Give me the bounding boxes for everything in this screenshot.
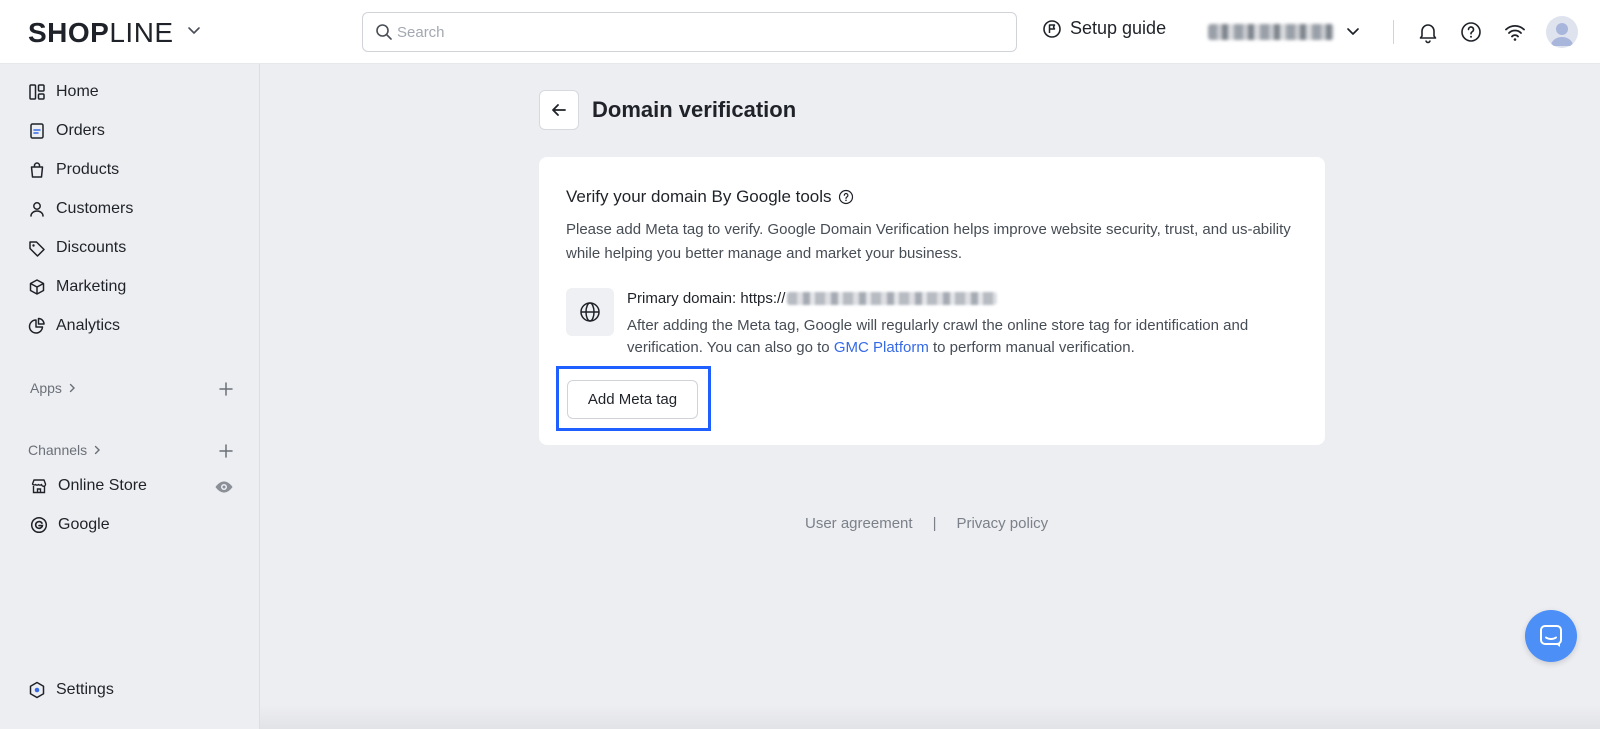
search-input[interactable] (397, 13, 997, 51)
sidebar-item-settings[interactable]: Settings (28, 681, 114, 699)
help-icon[interactable] (838, 189, 854, 205)
bottom-shade (260, 705, 1600, 729)
globe-icon-box (566, 288, 614, 336)
sidebar-item-online-store[interactable]: Online Store (30, 477, 147, 495)
help-icon[interactable] (1459, 20, 1483, 44)
chat-button[interactable] (1525, 610, 1577, 662)
page-title: Domain verification (592, 97, 797, 122)
sidebar-item-label: Orders (56, 122, 105, 139)
sidebar-item-label: Home (56, 83, 99, 100)
sidebar-item-discounts[interactable]: Discounts (28, 239, 126, 257)
store-name-blurred[interactable] (1208, 24, 1334, 40)
primary-domain-label: Primary domain: https:// (627, 290, 786, 307)
channels-label: Channels (28, 442, 88, 458)
chevron-down-icon[interactable] (186, 22, 202, 38)
apps-section-label[interactable]: Apps (30, 380, 78, 396)
google-icon (30, 516, 48, 534)
primary-domain: Primary domain: https:// (627, 290, 998, 307)
privacy-policy-link[interactable]: Privacy policy (956, 515, 1048, 532)
chat-icon (1540, 625, 1562, 647)
add-channel-icon[interactable] (218, 443, 234, 459)
sidebar-item-label: Analytics (56, 317, 121, 334)
crawl-text-after: to perform manual verification. (928, 339, 1135, 356)
sidebar-item-label: Google (58, 516, 110, 533)
chevron-right-icon (69, 383, 75, 393)
sidebar-item-analytics[interactable]: Analytics (28, 317, 120, 335)
avatar[interactable] (1546, 16, 1578, 48)
sidebar-item-products[interactable]: Products (28, 161, 119, 179)
sidebar-item-label: Online Store (58, 477, 147, 494)
flag-icon (1043, 19, 1061, 38)
primary-domain-url-blurred (787, 292, 998, 305)
footer-links: User agreement | Privacy policy (805, 515, 1048, 532)
search-icon (376, 24, 392, 40)
eye-icon[interactable] (214, 477, 234, 497)
marketing-icon (29, 279, 45, 295)
user-agreement-link[interactable]: User agreement (805, 515, 913, 532)
sidebar-item-customers[interactable]: Customers (28, 200, 133, 218)
header-divider (1393, 20, 1394, 44)
setup-guide-button[interactable]: Setup guide (1042, 18, 1166, 39)
arrow-left-icon (552, 104, 566, 116)
search-bar[interactable] (362, 12, 1017, 52)
logo-text-light: LINE (109, 17, 174, 48)
setup-guide-label: Setup guide (1070, 18, 1167, 38)
products-icon (30, 162, 44, 178)
sidebar-item-orders[interactable]: Orders (28, 122, 105, 140)
card-title: Verify your domain By Google tools (566, 187, 854, 207)
card-description: Please add Meta tag to verify. Google Do… (566, 221, 1291, 262)
wifi-icon[interactable] (1503, 20, 1527, 44)
online-store-icon (31, 479, 47, 494)
sidebar-item-marketing[interactable]: Marketing (28, 278, 126, 296)
back-button[interactable] (539, 90, 579, 130)
top-bar: SHOPLINE Setup guide (0, 0, 1600, 64)
logo-text-bold: SHOP (28, 17, 110, 48)
analytics-icon (28, 317, 45, 334)
bell-icon[interactable] (1416, 20, 1440, 44)
shopline-logo[interactable]: SHOP LINE (28, 17, 174, 49)
user-avatar-icon (1551, 23, 1573, 46)
sidebar-item-label: Settings (56, 681, 114, 698)
apps-label: Apps (30, 380, 62, 396)
settings-icon (29, 681, 45, 699)
sidebar: Home Orders Products Customers Discounts… (0, 64, 260, 729)
gmc-platform-link[interactable]: GMC Platform (834, 339, 929, 356)
card-title-text: Verify your domain By Google tools (566, 187, 832, 206)
add-app-icon[interactable] (218, 381, 234, 397)
sidebar-item-label: Products (56, 161, 120, 178)
home-icon (29, 84, 45, 100)
channels-section-label[interactable]: Channels (28, 442, 103, 458)
crawl-explanation: After adding the Meta tag, Google will r… (627, 315, 1307, 359)
discounts-icon (29, 241, 45, 257)
globe-icon (580, 302, 600, 322)
sidebar-item-label: Discounts (56, 239, 127, 256)
add-meta-tag-button[interactable]: Add Meta tag (567, 380, 698, 419)
sidebar-item-label: Customers (56, 200, 134, 217)
chevron-right-icon (94, 445, 101, 455)
sidebar-item-label: Marketing (56, 278, 127, 295)
sidebar-item-google[interactable]: Google (30, 516, 110, 534)
orders-icon (30, 123, 44, 139)
customers-icon (30, 202, 44, 217)
sidebar-item-home[interactable]: Home (28, 83, 99, 101)
chevron-down-icon[interactable] (1344, 22, 1362, 40)
footer-separator: | (932, 515, 937, 532)
